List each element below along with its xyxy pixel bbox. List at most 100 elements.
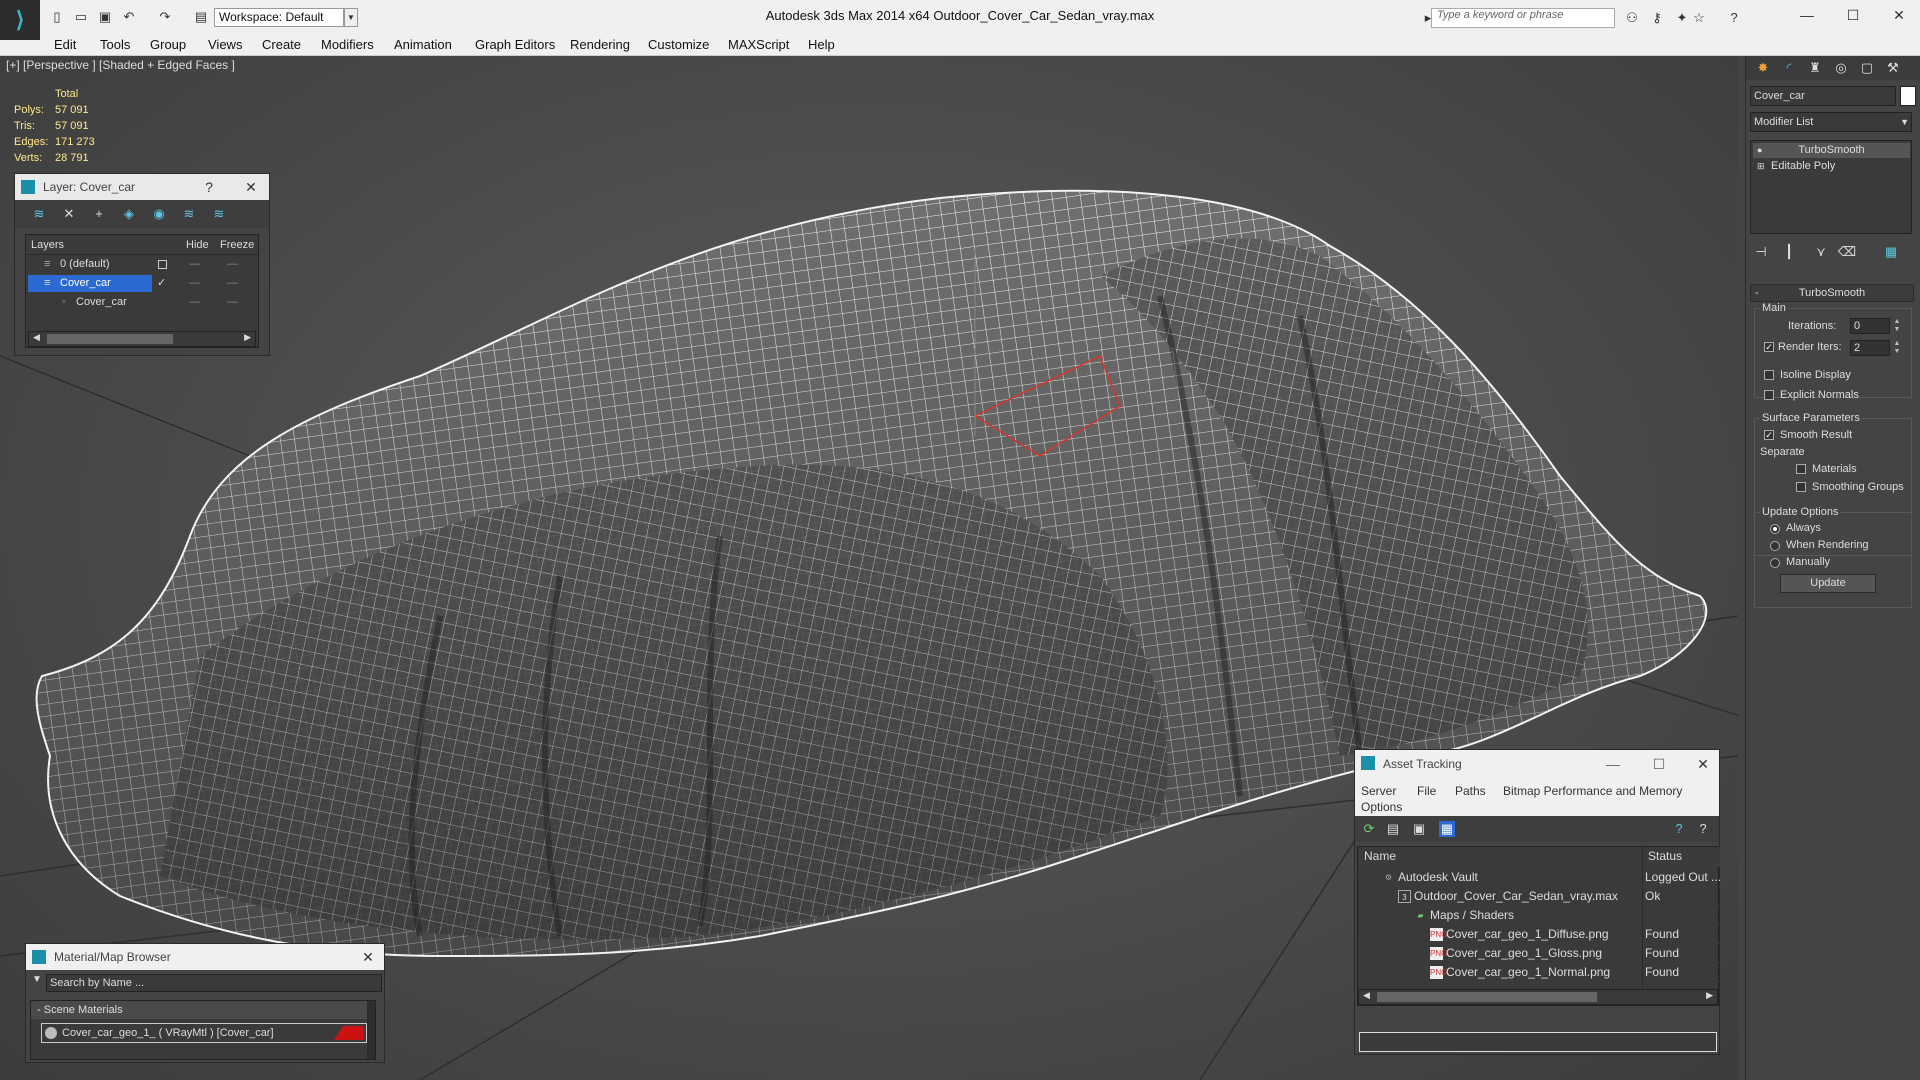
update-button[interactable]: Update: [1780, 574, 1876, 593]
asset-row[interactable]: PNG Cover_car_geo_1_Diffuse.png Found: [1358, 925, 1720, 944]
viewport-label[interactable]: [+] [Perspective ] [Shaded + Edged Faces…: [6, 58, 235, 72]
layer-row[interactable]: ≡ 0 (default) — —: [26, 255, 258, 274]
menu-rendering[interactable]: Rendering: [570, 37, 630, 52]
scroll-right-icon[interactable]: ▶: [244, 332, 251, 343]
close-button[interactable]: ✕: [354, 944, 382, 970]
menu-file[interactable]: File: [1417, 784, 1436, 798]
material-search-input[interactable]: Search by Name ...: [46, 974, 382, 992]
menu-help[interactable]: Help: [808, 37, 835, 52]
layer-panel-header[interactable]: Layer: Cover_car ? ✕: [15, 174, 269, 200]
workspace-dropdown[interactable]: Workspace: Default: [214, 8, 344, 27]
menu-server[interactable]: Server: [1361, 784, 1396, 798]
options-dropdown-icon[interactable]: ▼: [32, 974, 42, 985]
display-tab-icon[interactable]: ▢: [1856, 59, 1878, 77]
show-end-result-icon[interactable]: ┃: [1778, 243, 1800, 261]
create-tab-icon[interactable]: ✸: [1752, 59, 1774, 77]
menu-animation[interactable]: Animation: [394, 37, 452, 52]
search-input[interactable]: Type a keyword or phrase: [1431, 8, 1615, 28]
render-iters-spinner[interactable]: 2: [1850, 340, 1890, 356]
column-freeze[interactable]: Freeze: [220, 239, 254, 251]
help-icon[interactable]: ?: [1725, 9, 1743, 27]
stack-item-editable-poly[interactable]: ⊞ Editable Poly: [1753, 159, 1910, 174]
menu-views[interactable]: Views: [208, 37, 242, 52]
menu-paths[interactable]: Paths: [1455, 784, 1486, 798]
asset-path-field[interactable]: [1359, 1032, 1717, 1052]
freeze-toggle[interactable]: —: [227, 274, 238, 293]
remove-modifier-icon[interactable]: ⌫: [1836, 243, 1858, 261]
redo-icon[interactable]: ↷: [156, 8, 174, 26]
settings-help-icon[interactable]: ?: [1695, 821, 1711, 837]
motion-tab-icon[interactable]: ◎: [1830, 59, 1852, 77]
close-button[interactable]: ✕: [1689, 750, 1717, 778]
communication-icon[interactable]: ✦: [1673, 9, 1691, 27]
modify-tab-icon[interactable]: ◜: [1778, 59, 1800, 77]
utilities-tab-icon[interactable]: ⚒: [1882, 59, 1904, 77]
horizontal-scrollbar[interactable]: ◀ ▶: [1358, 989, 1718, 1005]
maximize-button[interactable]: ☐: [1645, 750, 1673, 778]
app-menu-button[interactable]: ⟩: [0, 0, 40, 40]
menu-customize[interactable]: Customize: [648, 37, 709, 52]
smoothing-groups-checkbox[interactable]: [1796, 482, 1806, 492]
horizontal-scrollbar[interactable]: ◀ ▶: [28, 331, 256, 347]
close-button[interactable]: ✕: [1881, 4, 1917, 26]
scroll-left-icon[interactable]: ◀: [1363, 990, 1370, 1001]
manually-radio[interactable]: [1770, 558, 1780, 568]
menu-maxscript[interactable]: MAXScript: [728, 37, 789, 52]
add-to-layer-icon[interactable]: +: [91, 206, 107, 222]
scroll-right-icon[interactable]: ▶: [1706, 990, 1713, 1001]
table-view-icon[interactable]: ▦: [1439, 821, 1455, 837]
stack-item-turbosmooth[interactable]: ● TurboSmooth: [1753, 143, 1910, 158]
pin-stack-icon[interactable]: ⊣: [1750, 243, 1772, 261]
menu-bitmap-performance[interactable]: Bitmap Performance and Memory: [1503, 784, 1682, 798]
hide-toggle[interactable]: —: [189, 255, 200, 274]
asset-tracking-header[interactable]: Asset Tracking — ☐ ✕: [1355, 750, 1719, 778]
layer-row[interactable]: ≡ Cover_car ✓ — —: [26, 274, 258, 293]
explicit-normals-checkbox[interactable]: [1764, 390, 1774, 400]
menu-tools[interactable]: Tools: [100, 37, 130, 52]
select-objects-icon[interactable]: ◈: [121, 206, 137, 222]
hide-toggle[interactable]: —: [189, 274, 200, 293]
maximize-button[interactable]: ☐: [1835, 4, 1871, 26]
asset-row[interactable]: ▰ Maps / Shaders: [1358, 906, 1720, 925]
new-file-icon[interactable]: ▯: [48, 8, 66, 26]
menu-edit[interactable]: Edit: [54, 37, 76, 52]
highlight-layer-icon[interactable]: ◉: [151, 206, 167, 222]
active-layer-icon[interactable]: [158, 260, 167, 269]
expand-icon[interactable]: ⊞: [1757, 159, 1765, 174]
layer-row[interactable]: ◦ Cover_car — —: [26, 293, 258, 312]
freeze-toggle[interactable]: —: [227, 293, 238, 312]
binoculars-icon[interactable]: ⚇: [1623, 9, 1641, 27]
scroll-left-icon[interactable]: ◀: [33, 332, 40, 343]
hide-all-icon[interactable]: ≋: [181, 206, 197, 222]
open-file-icon[interactable]: ▭: [72, 8, 90, 26]
isoline-display-checkbox[interactable]: [1764, 370, 1774, 380]
project-folder-icon[interactable]: ▤: [192, 8, 210, 26]
column-status[interactable]: Status: [1648, 847, 1682, 866]
freeze-toggle[interactable]: —: [227, 255, 238, 274]
menu-modifiers[interactable]: Modifiers: [321, 37, 374, 52]
freeze-all-icon[interactable]: ≋: [211, 206, 227, 222]
close-button[interactable]: ✕: [237, 174, 265, 200]
column-hide[interactable]: Hide: [186, 239, 209, 251]
object-color-swatch[interactable]: [1900, 86, 1916, 106]
smooth-result-checkbox[interactable]: ✓: [1764, 430, 1774, 440]
configure-sets-icon[interactable]: ▦: [1880, 243, 1902, 261]
asset-row[interactable]: ⚙ Autodesk Vault Logged Out ...: [1358, 868, 1721, 887]
delete-layer-icon[interactable]: ✕: [61, 206, 77, 222]
favorites-icon[interactable]: ☆: [1690, 9, 1708, 27]
hierarchy-tab-icon[interactable]: ♜: [1804, 59, 1826, 77]
material-item[interactable]: Cover_car_geo_1_ ( VRayMtl ) [Cover_car]: [41, 1023, 367, 1043]
menu-options[interactable]: Options: [1361, 800, 1402, 814]
checkmark-icon[interactable]: ✓: [157, 274, 166, 293]
save-icon[interactable]: ▣: [96, 8, 114, 26]
asset-row[interactable]: 3 Outdoor_Cover_Car_Sedan_vray.max Ok: [1358, 887, 1720, 906]
vertical-scrollbar[interactable]: [367, 1001, 375, 1059]
minimize-button[interactable]: —: [1789, 4, 1825, 26]
asset-row[interactable]: PNG Cover_car_geo_1_Normal.png Found: [1358, 963, 1720, 982]
object-name-field[interactable]: Cover_car: [1750, 86, 1896, 106]
make-unique-icon[interactable]: ⋎: [1810, 243, 1832, 261]
column-name[interactable]: Name: [1364, 847, 1396, 866]
when-rendering-radio[interactable]: [1770, 541, 1780, 551]
tree-view-icon[interactable]: ▣: [1411, 821, 1427, 837]
materials-checkbox[interactable]: [1796, 464, 1806, 474]
